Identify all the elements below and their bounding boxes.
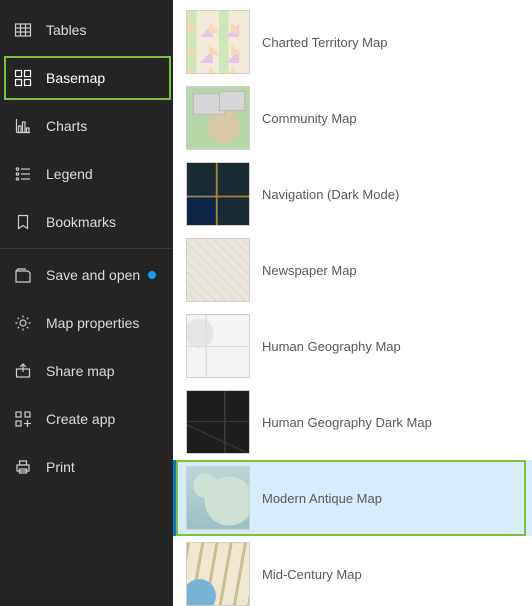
sidebar-item-tables[interactable]: Tables bbox=[0, 6, 173, 54]
basemap-label: Newspaper Map bbox=[262, 263, 357, 278]
basemap-label: Charted Territory Map bbox=[262, 35, 387, 50]
basemap-thumbnail bbox=[186, 466, 250, 530]
basemap-item-human-geography-dark[interactable]: Human Geography Dark Map bbox=[173, 384, 532, 460]
sidebar-item-save-and-open[interactable]: Save and open bbox=[0, 251, 173, 299]
sidebar-item-share-map[interactable]: Share map bbox=[0, 347, 173, 395]
basemap-item-human-geography[interactable]: Human Geography Map bbox=[173, 308, 532, 384]
basemap-item-modern-antique[interactable]: Modern Antique Map bbox=[173, 460, 532, 536]
table-icon bbox=[14, 21, 32, 39]
create-app-icon bbox=[14, 410, 32, 428]
sidebar-item-bookmarks[interactable]: Bookmarks bbox=[0, 198, 173, 246]
bookmark-icon bbox=[14, 213, 32, 231]
gear-icon bbox=[14, 314, 32, 332]
sidebar-item-map-properties[interactable]: Map properties bbox=[0, 299, 173, 347]
sidebar-divider bbox=[0, 248, 173, 249]
legend-icon bbox=[14, 165, 32, 183]
sidebar-item-print[interactable]: Print bbox=[0, 443, 173, 491]
basemap-label: Mid-Century Map bbox=[262, 567, 362, 582]
sidebar-item-label: Create app bbox=[46, 411, 115, 427]
basemap-item-community[interactable]: Community Map bbox=[173, 80, 532, 156]
basemap-thumbnail bbox=[186, 10, 250, 74]
sidebar-item-create-app[interactable]: Create app bbox=[0, 395, 173, 443]
sidebar-item-legend[interactable]: Legend bbox=[0, 150, 173, 198]
basemap-label: Community Map bbox=[262, 111, 357, 126]
charts-icon bbox=[14, 117, 32, 135]
sidebar-item-label: Save and open bbox=[46, 267, 140, 283]
sidebar-item-label: Print bbox=[46, 459, 75, 475]
sidebar-item-label: Charts bbox=[46, 118, 87, 134]
sidebar-item-label: Share map bbox=[46, 363, 114, 379]
basemap-item-charted-territory[interactable]: Charted Territory Map bbox=[173, 4, 532, 80]
sidebar: Tables Basemap Charts Legend Book bbox=[0, 0, 173, 606]
basemap-item-mid-century[interactable]: Mid-Century Map bbox=[173, 536, 532, 606]
share-icon bbox=[14, 362, 32, 380]
sidebar-item-charts[interactable]: Charts bbox=[0, 102, 173, 150]
basemap-item-navigation-dark[interactable]: Navigation (Dark Mode) bbox=[173, 156, 532, 232]
basemap-thumbnail bbox=[186, 542, 250, 606]
basemap-label: Human Geography Map bbox=[262, 339, 401, 354]
sidebar-item-basemap[interactable]: Basemap bbox=[0, 54, 173, 102]
print-icon bbox=[14, 458, 32, 476]
sidebar-item-label: Basemap bbox=[46, 70, 105, 86]
basemap-label: Navigation (Dark Mode) bbox=[262, 187, 399, 202]
basemap-thumbnail bbox=[186, 238, 250, 302]
sidebar-item-label: Bookmarks bbox=[46, 214, 116, 230]
sidebar-item-label: Legend bbox=[46, 166, 93, 182]
basemap-thumbnail bbox=[186, 86, 250, 150]
sidebar-item-label: Tables bbox=[46, 22, 86, 38]
unsaved-indicator-dot bbox=[148, 271, 156, 279]
basemap-thumbnail bbox=[186, 314, 250, 378]
basemap-icon bbox=[14, 69, 32, 87]
basemap-label: Modern Antique Map bbox=[262, 491, 382, 506]
save-icon bbox=[14, 266, 32, 284]
basemap-gallery: Charted Territory Map Community Map Navi… bbox=[173, 0, 532, 606]
basemap-label: Human Geography Dark Map bbox=[262, 415, 432, 430]
basemap-thumbnail bbox=[186, 390, 250, 454]
basemap-thumbnail bbox=[186, 162, 250, 226]
basemap-item-newspaper[interactable]: Newspaper Map bbox=[173, 232, 532, 308]
sidebar-item-label: Map properties bbox=[46, 315, 139, 331]
